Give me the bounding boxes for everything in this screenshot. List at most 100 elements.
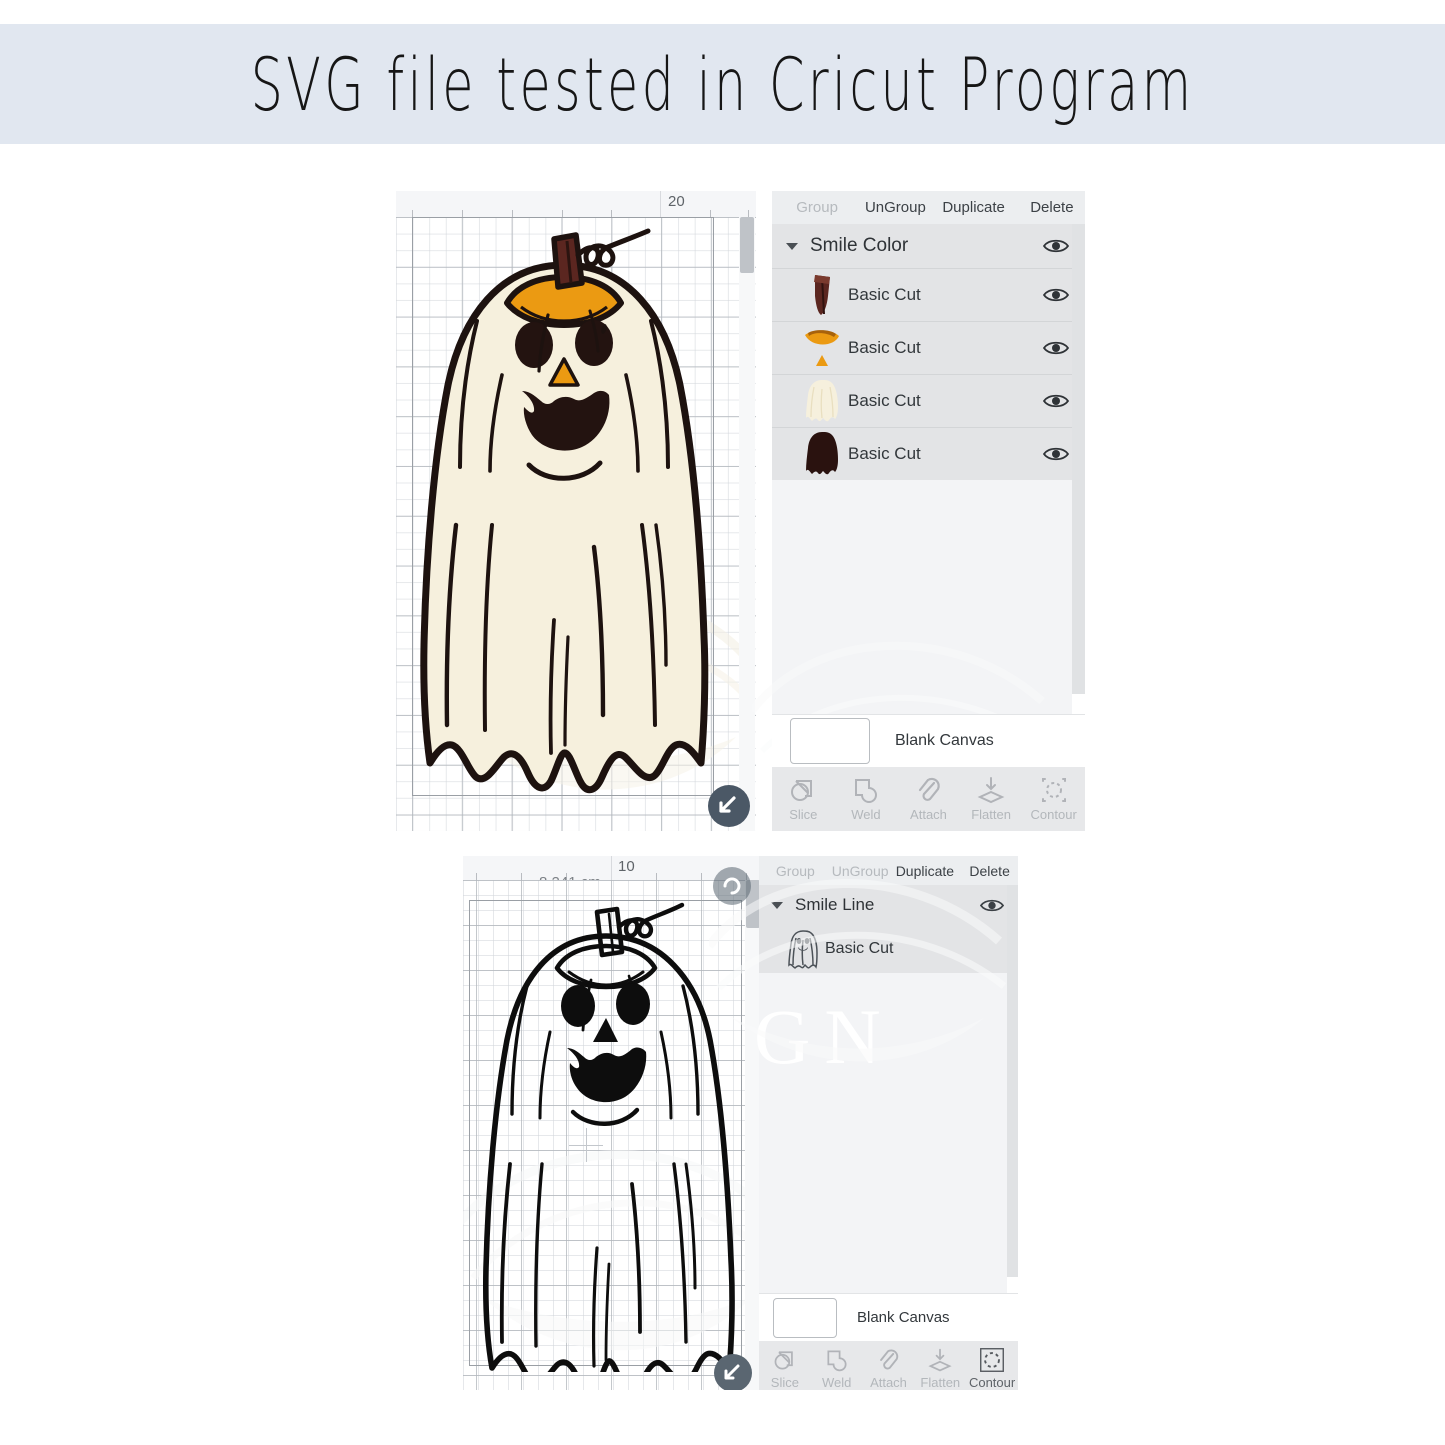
canvas-scrollbar-top[interactable] — [739, 217, 755, 831]
layers-panel-bottom: Group UnGroup Duplicate Delete Smile Lin… — [709, 856, 1018, 1390]
table-row[interactable]: Basic Cut — [759, 925, 1018, 973]
table-row[interactable]: Basic Cut — [772, 374, 1085, 427]
weld-icon — [827, 1350, 847, 1372]
layer-group-label: Smile Line — [795, 895, 875, 914]
eye-icon[interactable] — [1043, 237, 1069, 255]
silhouette-thumb — [796, 431, 848, 477]
attach-label: Attach — [910, 807, 947, 822]
ungroup-button[interactable]: UnGroup — [828, 863, 893, 879]
layer-label: Basic Cut — [848, 391, 921, 410]
selection-corner-handle-top-right[interactable] — [712, 866, 752, 906]
duplicate-button[interactable]: Duplicate — [893, 863, 958, 879]
eye-icon[interactable] — [980, 897, 1004, 914]
stem-thumb — [796, 272, 848, 318]
contour-button[interactable]: Contour — [1022, 775, 1085, 822]
panel-toolbar-top: Group UnGroup Duplicate Delete — [772, 191, 1085, 225]
design-canvas-top[interactable]: 20 — [396, 191, 756, 831]
flatten-icon — [928, 1348, 952, 1372]
page-title: SVG file tested in Cricut Program — [250, 40, 1195, 128]
canvas-chip-label: Blank Canvas — [895, 732, 994, 749]
contour-label: Contour — [968, 1375, 1016, 1390]
eye-icon[interactable] — [1043, 392, 1069, 410]
eye-icon[interactable] — [1043, 339, 1069, 357]
canvas-chip-row-bottom[interactable]: Blank Canvas — [759, 1293, 1018, 1341]
slice-label: Slice — [789, 807, 818, 822]
panel-footer-bottom: Slice Weld Attach Flatten Contour — [759, 1341, 1018, 1390]
weld-icon — [854, 779, 877, 803]
selection-corner-handle-bottom-right[interactable] — [713, 1353, 753, 1390]
layer-label: Basic Cut — [848, 285, 921, 304]
layer-group-smile-color[interactable]: Smile Color — [772, 224, 1085, 268]
layers-empty-area-top — [772, 480, 1085, 714]
flatten-button[interactable]: Flatten — [914, 1347, 966, 1390]
attach-button[interactable]: Attach — [897, 775, 960, 822]
layers-panel-top: Group UnGroup Duplicate Delete Smile Col… — [752, 191, 1085, 831]
slice-icon — [791, 780, 813, 801]
layer-group-label: Smile Color — [810, 235, 909, 256]
canvas-chip-row-top[interactable]: Blank Canvas — [772, 714, 1085, 767]
flatten-button[interactable]: Flatten — [960, 775, 1023, 822]
slice-button[interactable]: Slice — [772, 775, 835, 822]
table-row[interactable]: Basic Cut — [772, 321, 1085, 374]
artwork-ghost-color[interactable] — [404, 225, 724, 805]
eye-icon[interactable] — [1043, 286, 1069, 304]
duplicate-button[interactable]: Duplicate — [935, 199, 1013, 216]
canvas-chip-label: Blank Canvas — [857, 1309, 950, 1326]
table-row[interactable]: Basic Cut — [772, 427, 1085, 480]
artwork-ghost-lineart[interactable] — [465, 902, 747, 1372]
panel-scrollbar-top[interactable] — [1072, 224, 1085, 714]
contour-label: Contour — [1030, 807, 1077, 822]
attach-button[interactable]: Attach — [863, 1347, 915, 1390]
flatten-icon — [977, 777, 1005, 804]
contour-icon — [980, 1348, 1005, 1372]
layer-label: Basic Cut — [848, 444, 921, 463]
selection-corner-handle-top[interactable] — [707, 784, 751, 828]
ruler-label: 10 — [618, 858, 635, 875]
attach-label: Attach — [870, 1375, 907, 1390]
panel-scrollbar-thumb-top[interactable] — [1072, 224, 1085, 694]
contour-button[interactable]: Contour — [966, 1347, 1018, 1390]
pumpkin-thumb — [796, 325, 848, 371]
flatten-label: Flatten — [971, 807, 1011, 822]
contour-icon — [1041, 778, 1066, 802]
slice-label: Slice — [770, 1375, 799, 1390]
weld-button[interactable]: Weld — [811, 1347, 863, 1390]
panel-scrollbar-bottom[interactable] — [1007, 885, 1018, 1293]
delete-button[interactable]: Delete — [1013, 199, 1085, 216]
group-button[interactable]: Group — [763, 863, 828, 879]
ungroup-button[interactable]: UnGroup — [856, 199, 934, 216]
canvas-thumbnail[interactable] — [790, 718, 870, 764]
canvas-grid-top — [396, 217, 756, 831]
slice-button[interactable]: Slice — [759, 1347, 811, 1390]
weld-label: Weld — [851, 807, 881, 822]
weld-button[interactable]: Weld — [835, 775, 898, 822]
delete-button[interactable]: Delete — [957, 863, 1018, 879]
weld-label: Weld — [822, 1375, 852, 1390]
header-banner: SVG file tested in Cricut Program — [0, 24, 1445, 144]
layer-label: Basic Cut — [848, 338, 921, 357]
ghost-thumb — [796, 378, 848, 424]
slice-icon — [774, 1351, 793, 1370]
panel-footer-top: Slice Weld Attach Flatten Contour — [772, 767, 1085, 831]
watermark-text: GN — [754, 993, 895, 1080]
lineart-thumb — [781, 928, 825, 970]
attach-icon — [880, 1349, 899, 1370]
cricut-window-bottom: 10 8.241 cm — [463, 856, 1018, 1390]
panel-scrollbar-thumb-bottom[interactable] — [1007, 885, 1018, 1277]
ruler-horizontal-top[interactable]: 20 — [396, 191, 756, 218]
attach-icon — [919, 777, 941, 801]
eye-icon[interactable] — [1043, 445, 1069, 463]
layer-label: Basic Cut — [825, 940, 894, 957]
panel-toolbar-bottom: Group UnGroup Duplicate Delete — [759, 856, 1018, 886]
group-button[interactable]: Group — [778, 199, 856, 216]
layer-group-smile-line[interactable]: Smile Line — [759, 885, 1018, 925]
chevron-down-icon[interactable] — [771, 901, 783, 909]
table-row[interactable]: Basic Cut — [772, 268, 1085, 321]
canvas-grid-bottom — [463, 880, 761, 1390]
flatten-label: Flatten — [920, 1375, 961, 1390]
chevron-down-icon[interactable] — [786, 242, 798, 250]
canvas-thumbnail[interactable] — [773, 1297, 837, 1338]
design-canvas-bottom[interactable]: 10 8.241 cm — [463, 856, 761, 1390]
canvas-scrollbar-thumb-top[interactable] — [740, 217, 754, 273]
cricut-window-top: 20 Group UnGroup Duplicate Delete Smile … — [396, 191, 1085, 831]
